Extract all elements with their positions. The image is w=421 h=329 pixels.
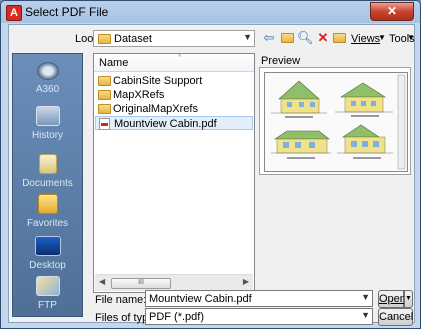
scrollbar-thumb[interactable]: III: [111, 278, 171, 289]
close-button[interactable]: ✕: [370, 2, 414, 21]
search-web-icon[interactable]: 🔍︎: [297, 30, 314, 46]
pdf-file-icon: [99, 118, 110, 130]
file-type-dropdown[interactable]: PDF (*.pdf) ▼: [145, 308, 373, 325]
folder-icon: [98, 34, 111, 44]
tools-chevron-icon[interactable]: ▼: [407, 33, 415, 42]
list-item-name: OriginalMapXrefs: [113, 103, 198, 115]
open-button-label: Open: [379, 293, 406, 305]
place-label: FTP: [38, 300, 57, 311]
list-item[interactable]: OriginalMapXrefs: [95, 102, 253, 116]
file-name-value: Mountview Cabin.pdf: [149, 293, 252, 305]
place-favorites[interactable]: Favorites: [13, 194, 82, 229]
title-bar[interactable]: A Select PDF File ✕: [1, 1, 420, 23]
list-item-name: CabinSite Support: [113, 75, 203, 87]
history-icon: [35, 106, 60, 126]
file-name-input[interactable]: Mountview Cabin.pdf ▼: [145, 290, 373, 307]
delete-icon[interactable]: ✕: [315, 30, 331, 46]
column-header-name[interactable]: Name ^: [94, 54, 254, 72]
list-item-selected[interactable]: Mountview Cabin.pdf: [95, 116, 253, 130]
folder-icon: [98, 104, 111, 114]
look-in-dropdown[interactable]: Dataset ▼: [93, 30, 255, 47]
sort-arrow-icon: ^: [178, 54, 182, 61]
place-ftp[interactable]: FTP: [13, 276, 82, 311]
select-pdf-dialog: A Select PDF File ✕ Look in: Dataset ▼ ⇦…: [0, 0, 421, 329]
chevron-down-icon: ▼: [243, 32, 252, 42]
place-label: A360: [35, 84, 60, 95]
place-label: History: [31, 130, 64, 141]
desktop-icon: [34, 236, 61, 256]
new-folder-icon[interactable]: [331, 30, 347, 46]
list-item-name: Mountview Cabin.pdf: [114, 118, 217, 130]
scroll-left-icon[interactable]: ◀: [99, 277, 105, 286]
open-button[interactable]: Open: [378, 290, 406, 308]
views-chevron-icon[interactable]: ▼: [378, 33, 386, 42]
place-history[interactable]: History: [13, 106, 82, 141]
up-folder-icon[interactable]: [279, 30, 295, 46]
scroll-right-icon[interactable]: ▶: [243, 277, 249, 286]
documents-icon: [38, 154, 57, 174]
back-arrow-icon[interactable]: ⇦: [261, 30, 277, 46]
views-menu[interactable]: Views: [351, 33, 380, 45]
place-label: Favorites: [26, 218, 69, 229]
autocad-app-icon: A: [6, 5, 22, 21]
places-bar: A360 History Documents Favorites Desktop…: [12, 53, 83, 317]
chevron-down-icon: ▼: [361, 310, 370, 320]
column-header-label: Name: [99, 57, 129, 69]
folder-icon: [98, 76, 111, 86]
cabin-drawing-image: [271, 74, 406, 170]
preview-label: Preview: [261, 55, 301, 67]
list-item[interactable]: CabinSite Support: [95, 74, 253, 88]
place-documents[interactable]: Documents: [13, 154, 82, 189]
dialog-body: Look in: Dataset ▼ ⇦ 🔍︎ ✕ Views ▼ Tools …: [8, 24, 415, 326]
chevron-down-icon[interactable]: ▼: [361, 292, 370, 302]
window-title: Select PDF File: [25, 5, 109, 19]
ftp-icon: [35, 276, 60, 296]
file-type-value: PDF (*.pdf): [149, 311, 205, 323]
file-name-label: File name:: [95, 294, 147, 306]
place-label: Documents: [22, 178, 73, 189]
list-item-name: MapXRefs: [113, 89, 165, 101]
file-list[interactable]: Name ^ CabinSite Support MapXRefs Origin…: [93, 53, 255, 293]
pdf-preview-thumbnail: [264, 72, 408, 172]
place-a360[interactable]: A360: [13, 62, 82, 95]
open-options-dropdown[interactable]: ▼: [404, 290, 413, 308]
place-label: Desktop: [29, 260, 66, 271]
cancel-button[interactable]: Cancel: [378, 308, 413, 326]
preview-pane: [259, 67, 411, 175]
favorites-icon: [37, 194, 58, 214]
cloud-icon: [36, 62, 59, 80]
place-desktop[interactable]: Desktop: [13, 236, 82, 271]
folder-icon: [98, 90, 111, 100]
list-item[interactable]: MapXRefs: [95, 88, 253, 102]
look-in-value: Dataset: [114, 33, 152, 45]
horizontal-scrollbar[interactable]: ◀ III ▶: [95, 274, 253, 291]
